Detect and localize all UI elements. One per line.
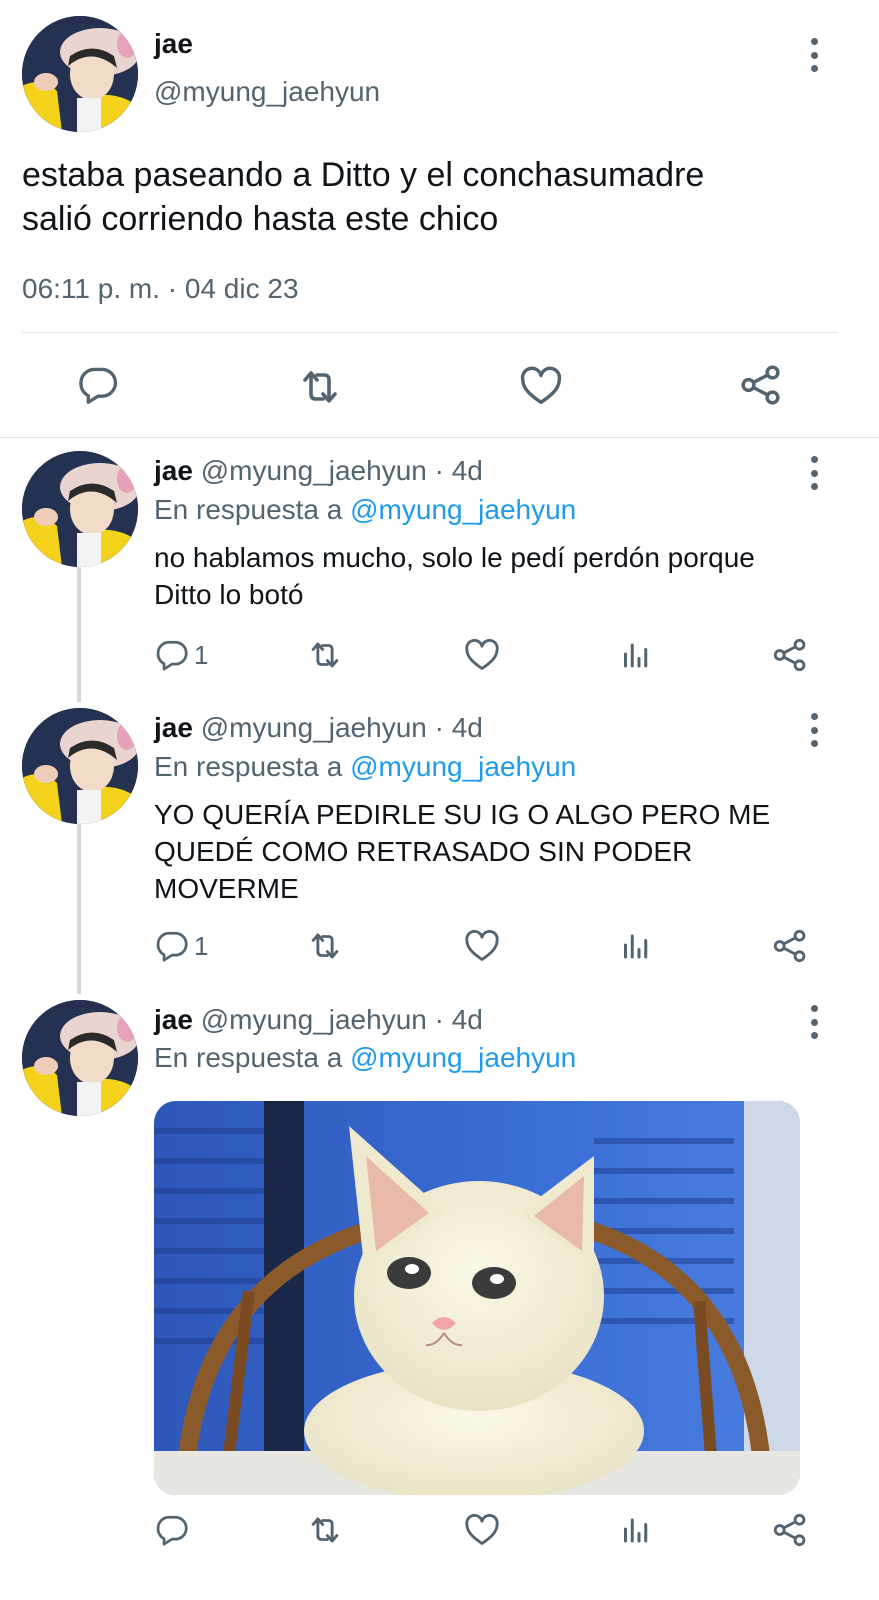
reply-display-name[interactable]: jae [154, 712, 193, 743]
divider [22, 332, 838, 333]
main-tweet-text-line: estaba paseando a Ditto y el conchasumad… [22, 156, 705, 194]
main-tweet-timestamp[interactable]: 06:11 p. m. · 04 dic 23 [22, 273, 299, 305]
more-vertical-icon[interactable] [804, 713, 824, 747]
divider [0, 437, 879, 438]
like-button[interactable] [518, 363, 564, 409]
reply-author-avatar[interactable] [22, 708, 138, 824]
analytics-button[interactable] [618, 636, 654, 672]
analytics-button[interactable] [618, 927, 654, 963]
replying-to: En respuesta a @myung_jaehyun [154, 494, 576, 526]
replying-to-label: En respuesta a [154, 751, 343, 782]
speech-bubble-icon [154, 637, 190, 673]
more-vertical-icon[interactable] [804, 456, 824, 490]
share-button[interactable] [771, 927, 809, 965]
reply-display-name[interactable]: jae [154, 1004, 193, 1035]
thread-line [77, 824, 81, 994]
speech-bubble-icon [154, 1512, 190, 1548]
heart-icon [518, 363, 564, 409]
crying-cat-photo [154, 1101, 800, 1495]
tweet-media-image[interactable] [154, 1101, 800, 1495]
retweet-icon [306, 927, 344, 965]
like-button[interactable] [463, 1511, 501, 1549]
bar-chart-icon [618, 927, 654, 963]
like-button[interactable] [463, 636, 501, 674]
heart-icon [463, 636, 501, 674]
speech-bubble-icon [76, 363, 120, 407]
main-author-avatar[interactable] [22, 16, 138, 132]
retweet-button[interactable] [306, 636, 344, 674]
reply-text-line: YO QUERÍA PEDIRLE SU IG O ALGO PERO ME [154, 799, 771, 830]
reply-header: jae @myung_jaehyun · 4d [154, 1004, 483, 1036]
reply-handle-time[interactable]: @myung_jaehyun · 4d [201, 712, 483, 743]
reply-button[interactable]: 1 [154, 928, 208, 964]
main-display-name[interactable]: jae [154, 28, 193, 60]
reply-text: no hablamos mucho, solo le pedí perdón p… [154, 539, 755, 613]
reply-button[interactable] [76, 363, 120, 407]
replying-to-link[interactable]: @myung_jaehyun [350, 751, 576, 782]
reply-header: jae @myung_jaehyun · 4d [154, 455, 483, 487]
thread-line [77, 567, 81, 702]
share-button[interactable] [771, 1511, 809, 1549]
heart-icon [463, 1511, 501, 1549]
reply-author-avatar[interactable] [22, 451, 138, 567]
retweet-button[interactable] [296, 363, 344, 411]
main-tweet-text-line: salió corriendo hasta este chico [22, 200, 499, 238]
reply-count: 1 [194, 930, 209, 961]
reply-button[interactable] [154, 1512, 190, 1548]
heart-icon [463, 927, 501, 965]
share-button[interactable] [738, 362, 784, 408]
reply-handle-time[interactable]: @myung_jaehyun · 4d [201, 1004, 483, 1035]
reply-display-name[interactable]: jae [154, 455, 193, 486]
reply-author-avatar[interactable] [22, 1000, 138, 1116]
share-button[interactable] [771, 636, 809, 674]
more-vertical-icon[interactable] [804, 38, 824, 72]
reply-count: 1 [194, 639, 209, 670]
replying-to-label: En respuesta a [154, 1042, 343, 1073]
analytics-button[interactable] [618, 1511, 654, 1547]
bar-chart-icon [618, 636, 654, 672]
reply-text-line: Ditto lo botó [154, 579, 304, 610]
retweet-icon [296, 363, 344, 411]
main-tweet-text: estaba paseando a Ditto y el conchasumad… [22, 153, 704, 241]
reply-text-line: MOVERME [154, 873, 299, 904]
share-icon [771, 1511, 809, 1549]
like-button[interactable] [463, 927, 501, 965]
share-icon [738, 362, 784, 408]
share-icon [771, 636, 809, 674]
replying-to-link[interactable]: @myung_jaehyun [350, 494, 576, 525]
reply-button[interactable]: 1 [154, 637, 208, 673]
replying-to-link[interactable]: @myung_jaehyun [350, 1042, 576, 1073]
replying-to: En respuesta a @myung_jaehyun [154, 751, 576, 783]
share-icon [771, 927, 809, 965]
reply-text-line: QUEDÉ COMO RETRASADO SIN PODER [154, 836, 693, 867]
reply-text-line: no hablamos mucho, solo le pedí perdón p… [154, 542, 755, 573]
main-handle[interactable]: @myung_jaehyun [154, 76, 380, 108]
replying-to: En respuesta a @myung_jaehyun [154, 1042, 576, 1074]
reply-text: YO QUERÍA PEDIRLE SU IG O ALGO PERO ME Q… [154, 796, 770, 907]
reply-header: jae @myung_jaehyun · 4d [154, 712, 483, 744]
retweet-icon [306, 636, 344, 674]
replying-to-label: En respuesta a [154, 494, 343, 525]
bar-chart-icon [618, 1511, 654, 1547]
speech-bubble-icon [154, 928, 190, 964]
reply-handle-time[interactable]: @myung_jaehyun · 4d [201, 455, 483, 486]
retweet-icon [306, 1511, 344, 1549]
more-vertical-icon[interactable] [804, 1005, 824, 1039]
retweet-button[interactable] [306, 927, 344, 965]
retweet-button[interactable] [306, 1511, 344, 1549]
